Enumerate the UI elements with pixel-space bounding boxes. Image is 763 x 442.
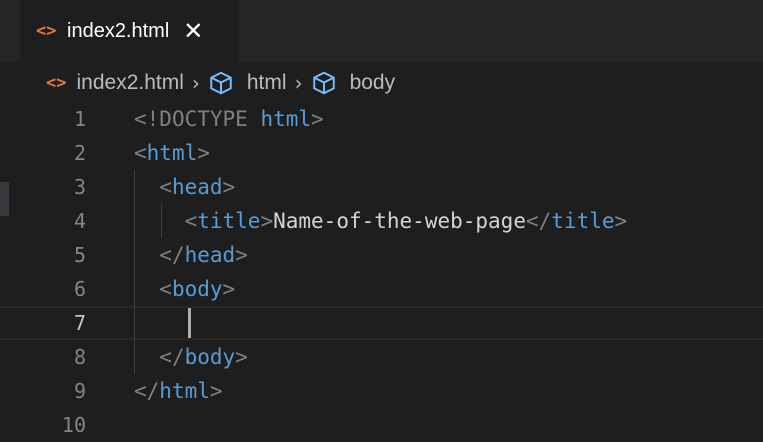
code-token: >: [222, 277, 236, 301]
line-number: 9: [73, 379, 86, 403]
code-token: html: [159, 379, 210, 403]
code-text: <title>Name-of-the-web-page</title>: [134, 209, 628, 233]
text-cursor: [188, 308, 191, 338]
line-number: 4: [73, 209, 86, 233]
code-token: </: [134, 379, 160, 403]
code-line[interactable]: 8 </body>: [0, 340, 763, 374]
breadcrumb-item-body[interactable]: body: [311, 70, 396, 96]
line-number: 3: [73, 175, 86, 199]
code-token: title: [197, 209, 261, 233]
line-number: 6: [73, 277, 86, 301]
indent-guide: [134, 170, 135, 374]
code-token: >: [235, 243, 248, 267]
code-line[interactable]: 9 </html>: [0, 374, 763, 408]
breadcrumb-file-label: index2.html: [76, 71, 184, 94]
code-line[interactable]: 1 <!DOCTYPE html>: [0, 102, 763, 136]
code-line[interactable]: 5 </head>: [0, 238, 763, 272]
code-token: html: [260, 107, 312, 131]
tab-index2-html[interactable]: <> index2.html ✕: [20, 0, 238, 62]
tab-label: index2.html: [67, 19, 170, 42]
code-line[interactable]: 6 <body>: [0, 272, 763, 306]
html-file-icon: <>: [46, 73, 67, 93]
code-line[interactable]: 3 <head>: [0, 170, 763, 204]
code-token: html: [146, 141, 198, 165]
indent-guide: [161, 204, 162, 238]
code-token: >: [260, 209, 274, 233]
code-text: <html>: [134, 141, 210, 165]
code-token: </: [159, 345, 185, 369]
code-token: <: [184, 209, 198, 233]
code-text: <head>: [134, 175, 235, 199]
code-token: body: [171, 277, 223, 301]
breadcrumb-item-html[interactable]: html: [208, 70, 287, 96]
close-icon[interactable]: ✕: [183, 19, 203, 43]
code-token: title: [551, 209, 615, 233]
code-token: >: [209, 379, 223, 403]
code-token: >: [235, 345, 248, 369]
code-token: <: [134, 107, 147, 131]
code-token: <: [134, 141, 147, 165]
line-number: 1: [73, 107, 86, 131]
code-text: </head>: [134, 243, 248, 267]
code-editor[interactable]: 1 <!DOCTYPE html> 2 <html> 3 <head> 4 <title>…: [0, 100, 763, 437]
line-number: 10: [61, 413, 86, 437]
breadcrumb-body-label: body: [349, 71, 396, 94]
code-token: </: [525, 209, 552, 233]
code-token: !DOCTYPE: [146, 107, 248, 131]
code-token: </: [159, 243, 185, 267]
code-text: <body>: [134, 277, 235, 301]
code-line[interactable]: 4 <title>Name-of-the-web-page</title>: [0, 204, 763, 238]
code-token: >: [197, 141, 210, 165]
line-number: 7: [73, 311, 86, 335]
breadcrumb: <> index2.html › html › body: [46, 66, 395, 100]
line-number: 5: [73, 243, 86, 267]
code-token: Name-of-the-web-page: [273, 209, 526, 233]
code-text: <!DOCTYPE html>: [134, 107, 324, 131]
tab-bar: <> index2.html ✕: [0, 0, 763, 62]
chevron-right-icon: ›: [191, 71, 200, 95]
chevron-right-icon: ›: [294, 71, 303, 95]
code-token: >: [614, 209, 628, 233]
line-number: 2: [73, 141, 86, 165]
code-token: head: [171, 175, 223, 199]
code-text: </body>: [134, 345, 248, 369]
breadcrumb-item-file[interactable]: <> index2.html: [46, 71, 184, 95]
line-number: 8: [73, 345, 86, 369]
code-text: </html>: [134, 379, 223, 403]
code-token: >: [311, 107, 324, 131]
code-line[interactable]: 10: [0, 408, 763, 442]
code-line[interactable]: 7: [0, 306, 763, 340]
code-line[interactable]: 2 <html>: [0, 136, 763, 170]
code-token: >: [222, 175, 236, 199]
code-token: body: [184, 345, 236, 369]
html-file-icon: <>: [36, 21, 57, 41]
code-token: head: [184, 243, 236, 267]
code-token: <: [159, 175, 172, 199]
code-token: <: [159, 277, 172, 301]
breadcrumb-html-label: html: [246, 71, 287, 94]
cube-icon: [312, 71, 335, 95]
cube-icon: [210, 71, 232, 95]
